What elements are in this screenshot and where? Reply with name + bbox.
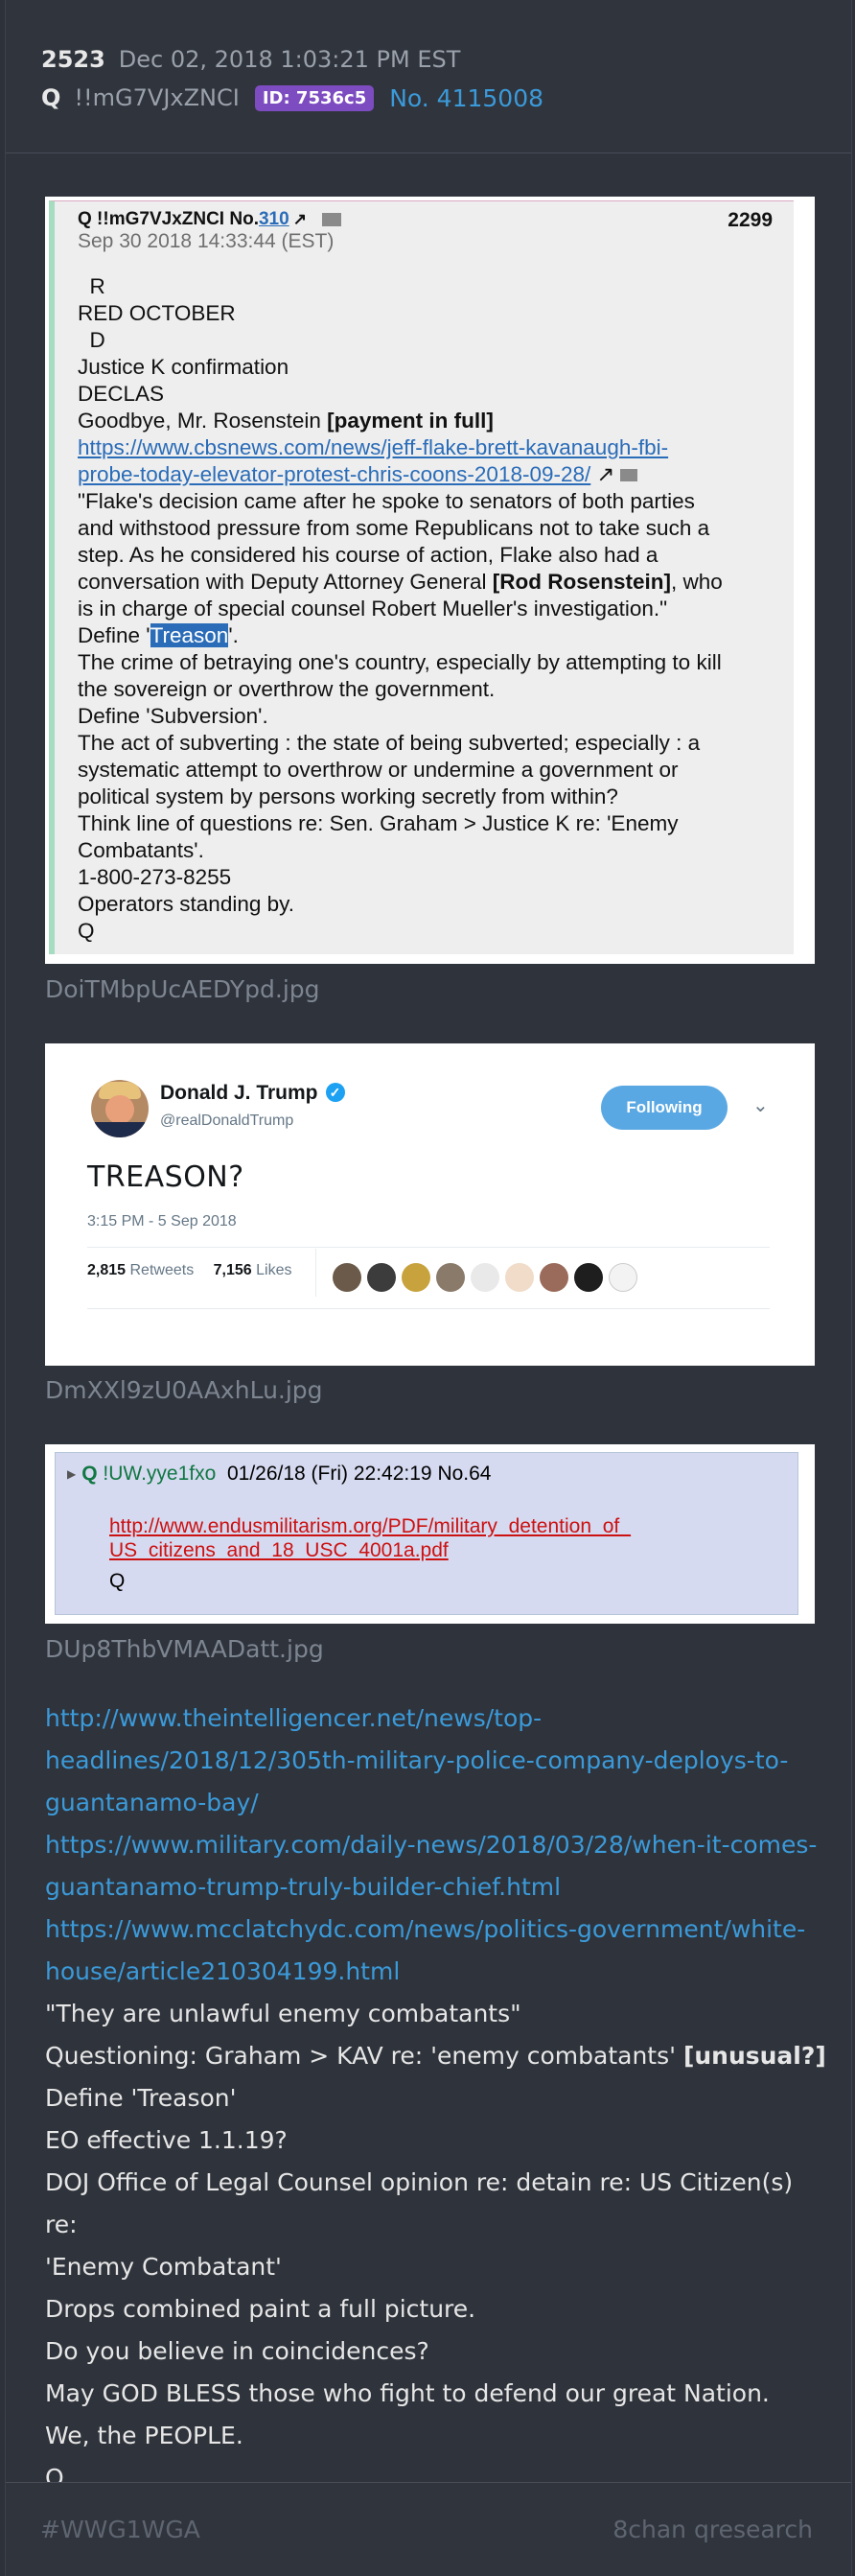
tweet-handle: @realDonaldTrump	[160, 1112, 294, 1129]
external-link-icon: ↗	[590, 462, 615, 486]
avatar	[367, 1263, 396, 1292]
text-line: the sovereign or overthrow the governmen…	[78, 677, 496, 701]
text-line: systematic attempt to overthrow or under…	[78, 758, 679, 782]
link-military[interactable]: https://www.military.com/daily-news/2018…	[45, 1824, 831, 1909]
folder-icon	[620, 469, 638, 481]
text-line: Q	[78, 919, 95, 943]
attached-image-q-post[interactable]: Q !!mG7VJxZNCI No.310 ↗ 2299 Sep 30 2018 …	[45, 197, 815, 964]
divider	[87, 1308, 770, 1309]
attached-image-8chan-post[interactable]: ▶ Q !UW.yye1fxo 01/26/18 (Fri) 22:42:19 N…	[45, 1444, 815, 1624]
post-ref-link: 310	[258, 209, 289, 229]
text-line: May GOD BLESS those who fight to defend …	[45, 2379, 770, 2407]
text-line: EO effective 1.1.19?	[45, 2126, 288, 2154]
text-line: probe-today-elevator-protest-chris-coons…	[78, 461, 787, 488]
source-label: 8chan qresearch	[612, 2516, 813, 2543]
pdf-link: http://www.endusmilitarism.org/PDF/milit…	[109, 1515, 631, 1561]
tripcode: !!mG7VJxZNCI	[74, 84, 240, 111]
text-line: 'Enemy Combatant'	[45, 2253, 282, 2281]
q-post-screenshot: Q !!mG7VJxZNCI No.310 ↗ 2299 Sep 30 2018 …	[49, 200, 794, 954]
text-line: The crime of betraying one's country, es…	[78, 650, 722, 674]
text-line: Define 'Treason'	[45, 2084, 237, 2112]
text-line: DOJ Office of Legal Counsel opinion re: …	[45, 2168, 794, 2238]
text-line: DECLAS	[78, 382, 165, 406]
divider	[315, 1249, 316, 1297]
text-line: Questioning: Graham > KAV re: 'enemy com…	[45, 2042, 826, 2070]
post-body: http://www.theintelligencer.net/news/top…	[45, 1698, 831, 2499]
post-date: Dec 02, 2018 1:03:21 PM EST	[118, 46, 461, 73]
text-line: We, the PEOPLE.	[45, 2422, 243, 2449]
post-header: 2523 Dec 02, 2018 1:03:21 PM EST Q !!mG7…	[6, 0, 851, 153]
text-line: "Flake's decision came after he spoke to…	[78, 489, 695, 513]
q-post-header: Q !!mG7VJxZNCI No.310 ↗	[78, 209, 341, 230]
q-post-date: Sep 30 2018 14:33:44 (EST)	[78, 230, 335, 252]
highlighted-word: Treason	[150, 623, 229, 647]
text-line: Define 'Subversion'.	[78, 704, 268, 728]
cbs-link: https://www.cbsnews.com/news/jeff-flake-…	[78, 435, 669, 459]
q-post-body: R RED OCTOBER D Justice K confirmation D…	[78, 273, 787, 945]
post-footer: #WWG1WGA 8chan qresearch	[6, 2482, 851, 2576]
text-line: conversation with Deputy Attorney Genera…	[78, 570, 723, 594]
text-line: Combatants'.	[78, 838, 204, 862]
tweet-stats: 2,815 Retweets 7,156 Likes	[87, 1262, 292, 1278]
text-line: and withstood pressure from some Republi…	[78, 516, 710, 540]
divider	[87, 1247, 770, 1248]
chevron-down-icon: ⌄	[752, 1093, 769, 1116]
text-line: Operators standing by.	[78, 892, 294, 916]
expand-triangle-icon: ▶	[67, 1467, 77, 1481]
image-filename[interactable]: DmXXl9zU0AAxhLu.jpg	[45, 1376, 323, 1404]
text-line: is in charge of special counsel Robert M…	[78, 597, 668, 621]
avatar	[540, 1263, 568, 1292]
text-line: Justice K confirmation	[78, 355, 289, 379]
image-filename[interactable]: DoiTMbpUcAEDYpd.jpg	[45, 975, 320, 1003]
folder-icon	[321, 212, 341, 226]
text-line: R	[89, 274, 105, 298]
text-line: political system by persons working secr…	[78, 785, 618, 808]
tweet-author: Donald J. Trump ✓	[160, 1082, 345, 1105]
avatar	[471, 1263, 499, 1292]
tweet-timestamp: 3:15 PM - 5 Sep 2018	[87, 1213, 237, 1229]
text-line: Drops combined paint a full picture.	[45, 2295, 476, 2323]
avatar	[505, 1263, 534, 1292]
avatar	[574, 1263, 603, 1292]
text-line: Think line of questions re: Sen. Graham …	[78, 811, 679, 835]
following-button: Following	[601, 1086, 728, 1130]
text-line: "They are unlawful enemy combatants"	[45, 2000, 521, 2027]
hashtag: #WWG1WGA	[40, 2516, 200, 2543]
8chan-post-header: ▶ Q !UW.yye1fxo 01/26/18 (Fri) 22:42:19 N…	[67, 1463, 492, 1485]
text-line: step. As he considered his course of act…	[78, 543, 659, 567]
liker-avatars	[333, 1263, 643, 1292]
poster-name: Q	[41, 84, 61, 111]
id-badge: ID: 7536c5	[254, 84, 375, 111]
signature: Q	[109, 1570, 126, 1592]
text-line: Do you believe in coincidences?	[45, 2337, 429, 2365]
verified-icon: ✓	[325, 1083, 345, 1102]
image-filename[interactable]: DUp8ThbVMAADatt.jpg	[45, 1635, 324, 1663]
8chan-post-screenshot: ▶ Q !UW.yye1fxo 01/26/18 (Fri) 22:42:19 N…	[55, 1452, 798, 1615]
text-line: The act of subverting : the state of bei…	[78, 731, 701, 755]
avatar	[91, 1080, 149, 1137]
tweet-text: TREASON?	[87, 1160, 244, 1194]
post-number: 2523	[41, 46, 105, 73]
text-line: Goodbye, Mr. Rosenstein [payment in full…	[78, 409, 494, 433]
text-line: D	[89, 328, 105, 352]
post-card: 2523 Dec 02, 2018 1:03:21 PM EST Q !!mG7…	[5, 0, 852, 2576]
avatar	[333, 1263, 361, 1292]
text-line: RED OCTOBER	[78, 301, 236, 325]
avatar	[436, 1263, 465, 1292]
attached-image-tweet[interactable]: Donald J. Trump ✓ @realDonaldTrump Follow…	[45, 1043, 815, 1366]
avatar	[609, 1263, 637, 1292]
link-intelligencer[interactable]: http://www.theintelligencer.net/news/top…	[45, 1698, 831, 1824]
text-line: Define 'Treason'.	[78, 623, 239, 647]
external-link-icon: ↗	[292, 210, 307, 228]
avatar	[402, 1263, 430, 1292]
text-line: 1-800-273-8255	[78, 865, 232, 889]
q-drop-number: 2299	[728, 209, 773, 231]
link-mcclatchy[interactable]: https://www.mcclatchydc.com/news/politic…	[45, 1909, 831, 1993]
post-number-link[interactable]: No. 4115008	[389, 84, 543, 112]
